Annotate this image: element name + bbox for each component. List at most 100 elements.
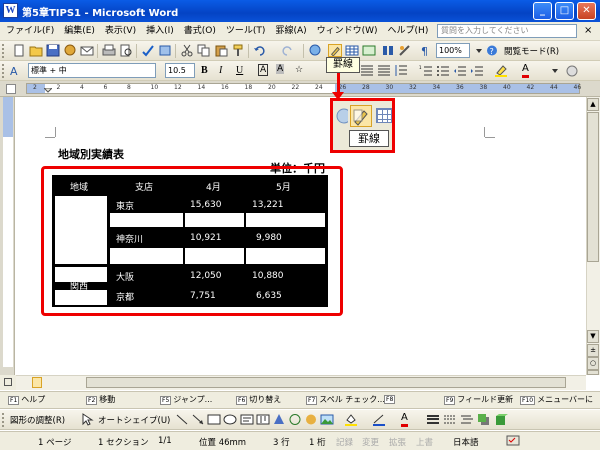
status-track-changes[interactable]: 変更 [362,436,379,448]
chevron-down-icon[interactable] [548,64,562,77]
toolbar-grip[interactable] [2,44,5,58]
scroll-thumb[interactable] [587,112,599,262]
redo-icon[interactable] [280,44,294,57]
indent-marker-icon[interactable] [44,88,52,96]
fkey-f10[interactable]: F10 メニューバーに [520,394,593,405]
phonetic-guide-icon[interactable] [565,64,579,77]
format-painter-icon[interactable] [231,44,245,57]
drawing-font-color-button[interactable]: A [401,412,408,427]
select-objects-icon[interactable] [80,413,94,426]
diagram-icon[interactable] [288,413,302,426]
distributed-icon[interactable] [377,64,391,77]
status-extend[interactable]: 拡張 [389,436,406,448]
style-select[interactable]: 標準 + 中 [28,63,156,78]
help-question-input[interactable]: 質問を入力してください [437,24,577,38]
highlight-icon[interactable] [494,64,508,77]
close-button[interactable]: ✕ [577,2,596,20]
char-border-button[interactable]: A [258,64,269,76]
bold-button[interactable]: B [201,65,208,76]
fkey-f6[interactable]: F6 切り替え [236,394,281,405]
print-icon[interactable] [102,44,116,57]
menu-table[interactable]: 罫線(A) [270,22,311,41]
tables-borders-icon[interactable] [328,44,342,57]
word-app-icon[interactable]: W [3,3,18,18]
style-pane-icon[interactable]: A [8,64,22,77]
wordart-icon[interactable] [272,413,286,426]
autoshape-menu-button[interactable]: オートシェイプ(U) [98,414,170,426]
minimize-button[interactable]: _ [533,2,552,20]
zoom-select[interactable]: 100% [436,43,470,58]
fkey-f1[interactable]: F1 ヘルプ [8,394,45,405]
menu-view[interactable]: 表示(V) [100,22,141,41]
scroll-down-button[interactable]: ▼ [587,330,599,343]
browse-object-button[interactable]: ○ [587,357,599,370]
insert-table-icon[interactable] [345,44,359,57]
next-page-button[interactable] [587,370,599,375]
menu-file[interactable]: ファイル(F) [0,22,59,41]
fkey-f8[interactable]: F8 [384,394,397,404]
status-overtype[interactable]: 上書 [416,436,433,448]
horizontal-scroll-thumb[interactable] [86,377,566,388]
undo-icon[interactable] [253,44,267,57]
menu-format[interactable]: 書式(O) [179,22,221,41]
print-preview-icon[interactable] [119,44,133,57]
char-scale-button[interactable]: ☆ [295,65,303,75]
help-icon[interactable]: ? [485,44,499,57]
tables-borders-icon[interactable] [350,105,372,127]
fkey-f9[interactable]: F9 フィールド更新 [444,394,513,405]
fkey-f7[interactable]: F7 スペル チェック... [306,394,385,405]
reading-mode-button[interactable]: 閲覧モード(R) [504,45,559,57]
arrow-icon[interactable] [191,413,205,426]
new-document-icon[interactable] [12,44,26,57]
oval-icon[interactable] [223,413,237,426]
show-hide-icon[interactable]: ¶ [418,44,432,57]
numbering-icon[interactable]: 1 [419,64,433,77]
draw-menu-button[interactable]: 図形の調整(R) [10,414,65,426]
toolbar-grip[interactable] [2,64,5,78]
text-box-icon[interactable] [240,413,254,426]
research-icon[interactable] [158,44,172,57]
spelling-status-icon[interactable] [506,434,520,447]
normal-view-icon[interactable] [4,378,12,386]
menu-edit[interactable]: 編集(E) [59,22,100,41]
fkey-f2[interactable]: F2 移動 [86,394,115,405]
font-color-button[interactable]: A [522,63,529,78]
drawing-icon[interactable] [398,44,412,57]
clip-art-icon[interactable] [304,413,318,426]
insert-excel-icon[interactable] [362,44,376,57]
fkey-f5[interactable]: F5 ジャンプ... [160,394,212,405]
justify-icon[interactable] [360,64,374,77]
open-icon[interactable] [29,44,43,57]
font-size-select[interactable]: 10.5 [165,63,195,78]
print-layout-view-icon[interactable] [32,377,42,388]
vertical-text-box-icon[interactable] [256,413,270,426]
bullets-icon[interactable] [436,64,450,77]
rectangle-icon[interactable] [207,413,221,426]
menu-window[interactable]: ウィンドウ(W) [312,22,383,41]
menu-tools[interactable]: ツール(T) [221,22,271,41]
dash-style-icon[interactable] [443,413,457,426]
underline-button[interactable]: U [236,65,243,76]
line-spacing-icon[interactable] [394,64,408,77]
zoom-dropdown-icon[interactable] [472,44,486,57]
menu-insert[interactable]: 挿入(I) [141,22,179,41]
menu-help[interactable]: ヘルプ(H) [383,22,434,41]
maximize-button[interactable]: □ [555,2,574,20]
columns-icon[interactable] [381,44,395,57]
increase-indent-icon[interactable] [470,64,484,77]
status-record-macro[interactable]: 記録 [336,436,353,448]
line-style-icon[interactable] [426,413,440,426]
cut-icon[interactable] [180,44,194,57]
toolbar-grip[interactable] [2,413,5,427]
permission-icon[interactable] [63,44,77,57]
hyperlink-icon[interactable] [308,44,322,57]
scroll-up-button[interactable]: ▲ [587,98,599,111]
copy-icon[interactable] [197,44,211,57]
document-close-icon[interactable]: × [584,25,592,36]
line-color-icon[interactable] [372,413,386,426]
save-icon[interactable] [46,44,60,57]
italic-button[interactable]: I [219,65,222,76]
3d-style-icon[interactable] [494,413,508,426]
previous-page-button[interactable]: ± [587,344,599,357]
email-icon[interactable] [80,44,94,57]
